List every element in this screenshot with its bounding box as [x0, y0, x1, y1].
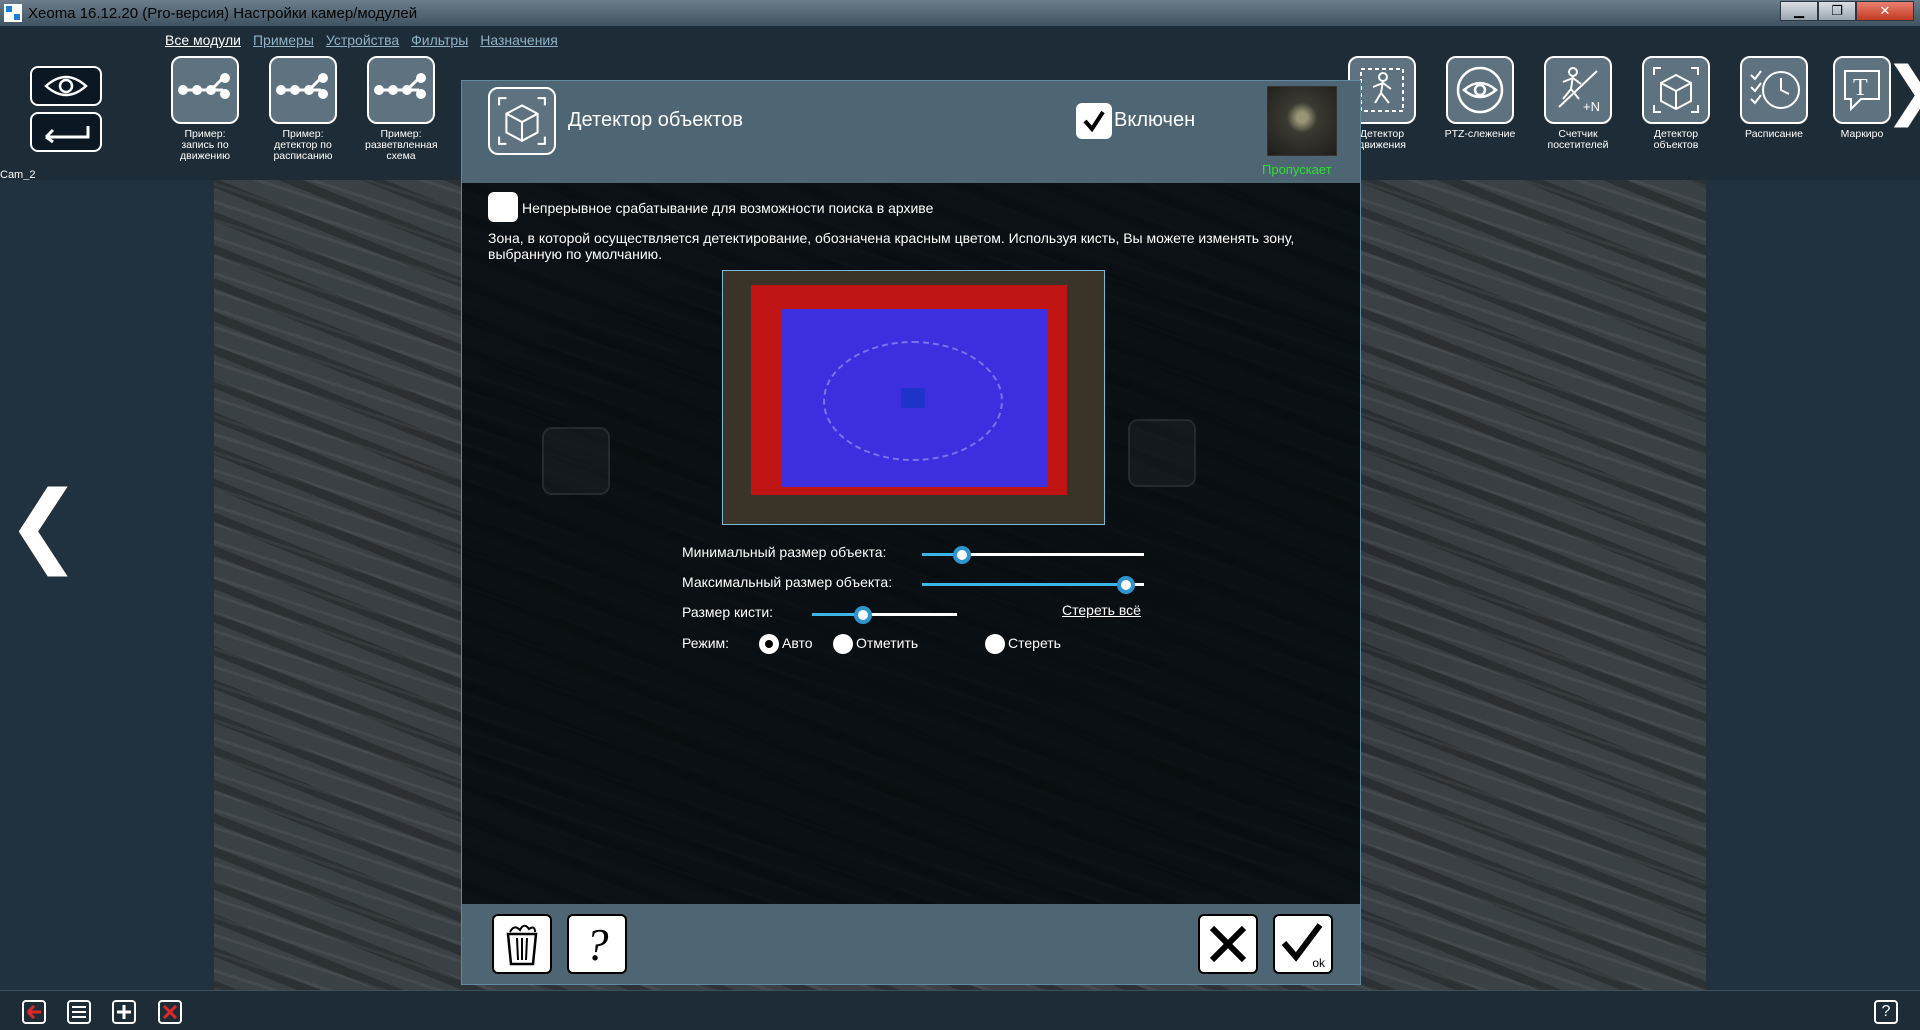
max-size-slider-handle[interactable]	[1117, 576, 1136, 594]
window-controls: ▁ ❐ ✕	[1780, 1, 1914, 21]
workflow-icon	[374, 73, 426, 99]
motion-detector-icon	[1360, 68, 1404, 112]
min-size-slider[interactable]	[922, 546, 1144, 564]
module-label: PTZ-слежение	[1444, 128, 1516, 140]
detection-zone-canvas[interactable]	[722, 270, 1105, 525]
workflow-icon	[276, 73, 328, 99]
clear-all-link[interactable]: Стереть всё	[1062, 602, 1141, 618]
module-label: Маркиро	[1840, 128, 1884, 140]
workflow-icon	[178, 73, 230, 99]
svg-text:T: T	[1853, 75, 1868, 101]
mode-auto-radio[interactable]	[759, 634, 779, 654]
max-size-label: Максимальный размер объекта:	[682, 574, 893, 590]
dialog-footer: ? ok	[462, 904, 1360, 984]
min-size-slider-handle[interactable]	[952, 546, 971, 564]
close-icon	[1209, 925, 1247, 963]
delete-camera-button[interactable]	[158, 1000, 182, 1024]
ok-label: ok	[1312, 956, 1325, 970]
plus-icon	[117, 1005, 131, 1019]
menu-filters[interactable]: Фильтры	[411, 32, 468, 48]
close-window-button[interactable]: ✕	[1856, 1, 1914, 21]
mode-auto-label: Авто	[782, 635, 813, 651]
mode-label: Режим:	[682, 635, 730, 651]
module-visitor-counter[interactable]: +N Счетчик посетителей	[1542, 56, 1614, 151]
schedule-icon	[1750, 70, 1800, 109]
ghost-viewer-module	[1128, 419, 1196, 487]
continuous-trigger-checkbox[interactable]	[488, 192, 518, 222]
object-detector-icon	[1653, 67, 1699, 113]
module-label: Пример: запись по движению	[180, 128, 230, 162]
module-label: Счетчик посетителей	[1547, 128, 1609, 151]
mode-mark-radio[interactable]	[833, 634, 853, 654]
module-category-menu: Все модули Примеры Устройства Фильтры На…	[165, 32, 558, 48]
module-ptz-tracking[interactable]: PTZ-слежение	[1444, 56, 1516, 140]
object-detector-icon	[488, 87, 556, 155]
left-side-pane	[0, 180, 214, 990]
module-label: Пример: разветвленная схема	[365, 128, 438, 162]
mode-erase-label: Стереть	[1008, 635, 1061, 651]
modules-next-arrow-icon[interactable]: ❯	[1884, 58, 1920, 122]
list-icon	[72, 1006, 86, 1018]
enabled-checkbox[interactable]	[1076, 103, 1112, 139]
list-view-button[interactable]	[67, 1000, 91, 1024]
view-mode-button[interactable]	[30, 66, 102, 106]
visitor-counter-icon: +N	[1558, 67, 1600, 114]
max-size-slider[interactable]	[922, 576, 1144, 594]
help-button[interactable]: ?	[567, 914, 627, 974]
zone-description: Зона, в которой осуществляется детектиро…	[488, 230, 1295, 262]
ok-button[interactable]: ok	[1273, 914, 1333, 974]
max-size-slider-fill	[922, 583, 1127, 586]
ptz-tracking-icon	[1456, 66, 1504, 114]
dialog-title: Детектор объектов	[568, 109, 743, 131]
window-title: Xeoma 16.12.20 (Pro-версия) Настройки ка…	[28, 4, 418, 22]
back-button[interactable]	[30, 112, 102, 152]
module-example-branched-scheme[interactable]: Пример: разветвленная схема	[365, 56, 438, 162]
menu-examples[interactable]: Примеры	[253, 32, 314, 48]
red-arrow-left-icon	[26, 1004, 41, 1020]
module-example-motion-recording[interactable]: Пример: запись по движению	[169, 56, 241, 162]
module-schedule[interactable]: Расписание	[1738, 56, 1810, 140]
enabled-label: Включен	[1114, 109, 1196, 131]
checkmark-icon	[1083, 110, 1105, 133]
cancel-button[interactable]	[1198, 914, 1258, 974]
module-label: Детектор объектов	[1653, 128, 1699, 151]
camera-preview-thumbnail	[1267, 86, 1337, 156]
object-detector-dialog: Детектор объектов Включен Пропускает Неп…	[461, 80, 1361, 985]
min-size-label: Минимальный размер объекта:	[682, 544, 887, 560]
back-arrow-icon	[44, 126, 90, 143]
brush-size-slider-handle[interactable]	[853, 606, 872, 624]
maximize-button[interactable]: ❐	[1818, 1, 1856, 21]
svg-text:+N: +N	[1583, 99, 1600, 114]
status-text: Пропускает	[1262, 162, 1332, 177]
red-x-icon	[162, 1004, 178, 1020]
title-bar: Xeoma 16.12.20 (Pro-версия) Настройки ка…	[0, 0, 1920, 26]
prev-camera-arrow-icon[interactable]: ❮	[6, 480, 81, 570]
menu-destinations[interactable]: Назначения	[480, 32, 558, 48]
trash-icon	[506, 924, 538, 966]
continuous-trigger-label: Непрерывное срабатывание для возможности…	[522, 200, 934, 216]
eye-icon	[44, 75, 88, 97]
add-camera-button[interactable]	[112, 1000, 136, 1024]
help-bottom-button[interactable]: ?	[1874, 1000, 1898, 1024]
mode-mark-label: Отметить	[856, 635, 919, 651]
app-logo-icon	[4, 4, 22, 22]
menu-all-modules[interactable]: Все модули	[165, 32, 241, 48]
brush-size-label: Размер кисти:	[682, 604, 774, 620]
ghost-camera-module	[542, 427, 610, 495]
module-label: Пример: детектор по расписанию	[273, 128, 333, 162]
module-example-scheduled-detector[interactable]: Пример: детектор по расписанию	[267, 56, 339, 162]
bottom-toolbar: ?	[0, 990, 1920, 1030]
module-object-detector[interactable]: Детектор объектов	[1640, 56, 1712, 151]
module-label: Расписание	[1745, 128, 1803, 140]
right-side-pane	[1706, 180, 1920, 990]
dialog-header: Детектор объектов Включен Пропускает	[462, 81, 1360, 183]
brush-size-slider[interactable]	[812, 606, 957, 624]
menu-devices[interactable]: Устройства	[326, 32, 399, 48]
delete-module-button[interactable]	[492, 914, 552, 974]
marking-icon: T	[1844, 70, 1880, 112]
mode-erase-radio[interactable]	[985, 634, 1005, 654]
zone-center-marker	[901, 388, 925, 408]
minimize-button[interactable]: ▁	[1780, 1, 1818, 21]
exit-button[interactable]	[22, 1000, 46, 1024]
